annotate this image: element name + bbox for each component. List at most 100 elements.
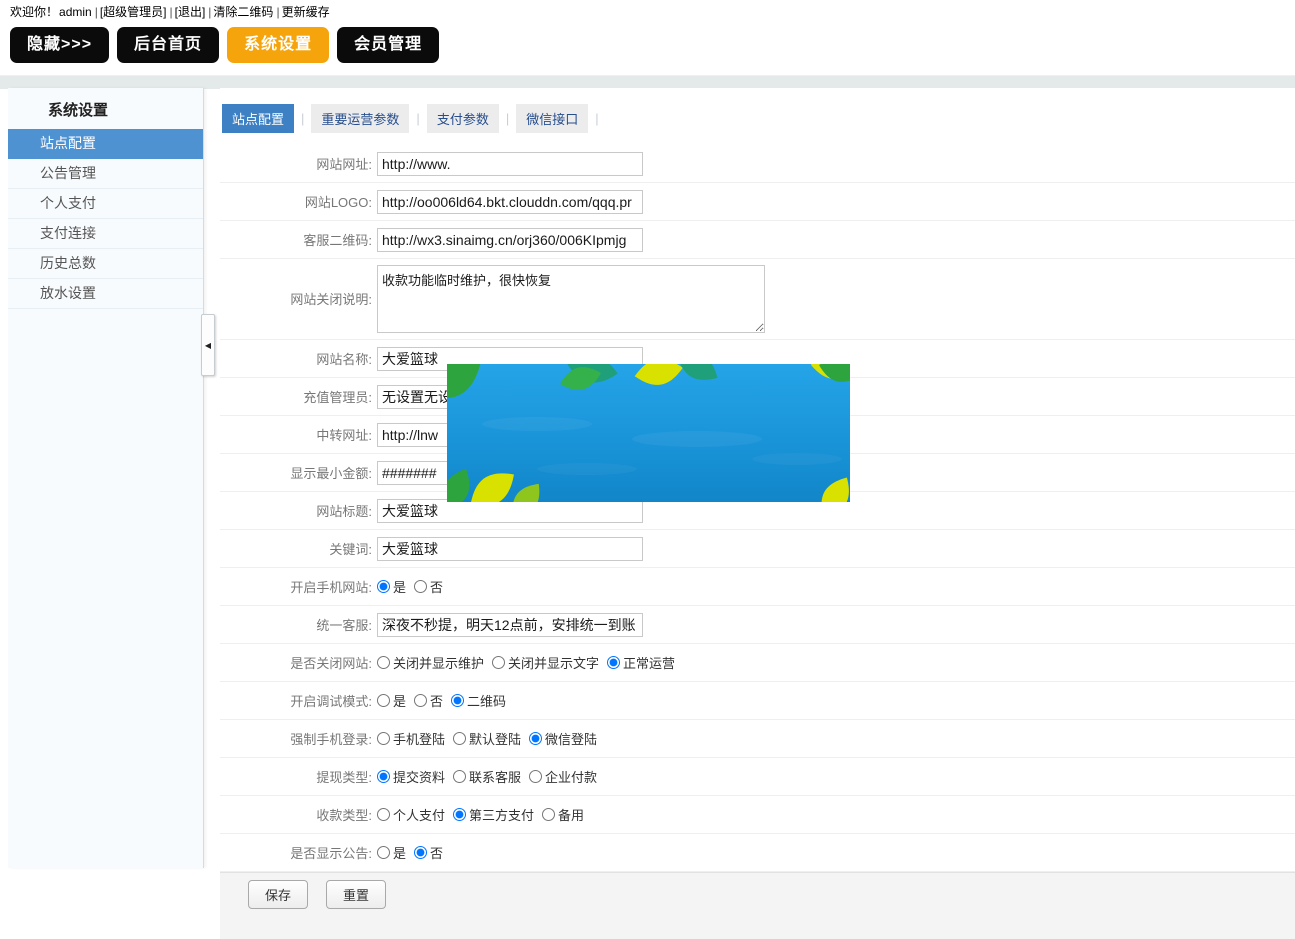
field-area: 是否二维码	[377, 691, 506, 710]
text-input-9[interactable]	[377, 537, 643, 561]
radio-button[interactable]	[377, 656, 390, 669]
save-button[interactable]: 保存	[248, 880, 308, 909]
tab-0[interactable]: 站点配置	[222, 104, 294, 133]
radio-button[interactable]	[377, 846, 390, 859]
radio-button[interactable]	[377, 808, 390, 821]
radio-option[interactable]: 是	[377, 843, 406, 862]
field-area: 是否	[377, 843, 443, 862]
field-area	[377, 228, 643, 252]
form-row: 提现类型:提交资料联系客服企业付款	[220, 758, 1295, 796]
clear-qrcode-link[interactable]: 清除二维码	[213, 5, 273, 19]
field-label: 客服二维码:	[220, 230, 372, 249]
form-row: 网站关闭说明:收款功能临时维护，很快恢复	[220, 259, 1295, 340]
radio-button[interactable]	[453, 770, 466, 783]
radio-button[interactable]	[377, 694, 390, 707]
logout-link[interactable]: [退出]	[175, 5, 206, 19]
radio-option-label: 正常运营	[623, 653, 675, 672]
sidebar-item-4[interactable]: 历史总数	[8, 249, 203, 279]
field-label: 开启手机网站:	[220, 577, 372, 596]
radio-option[interactable]: 企业付款	[529, 767, 597, 786]
text-input-8[interactable]	[377, 499, 643, 523]
radio-button[interactable]	[377, 770, 390, 783]
radio-option[interactable]: 联系客服	[453, 767, 521, 786]
welcome-bar: 欢迎你！admin|[超级管理员]|[退出]|清除二维码|更新缓存	[10, 3, 331, 20]
field-label: 网站LOGO:	[220, 192, 372, 211]
radio-option-label: 联系客服	[469, 767, 521, 786]
radio-option[interactable]: 二维码	[451, 691, 506, 710]
text-input-0[interactable]	[377, 152, 643, 176]
refresh-cache-link[interactable]: 更新缓存	[282, 5, 330, 19]
radio-option[interactable]: 否	[414, 843, 443, 862]
form-row: 收款类型: 个人支付第三方支付备用	[220, 796, 1295, 834]
sidebar-collapse-handle[interactable]: ◀	[201, 314, 215, 376]
radio-option[interactable]: 是	[377, 577, 406, 596]
username-link[interactable]: admin	[59, 5, 92, 19]
radio-button[interactable]	[492, 656, 505, 669]
reset-button[interactable]: 重置	[326, 880, 386, 909]
radio-button[interactable]	[414, 846, 427, 859]
tab-3[interactable]: 微信接口	[516, 104, 588, 133]
radio-option[interactable]: 个人支付	[377, 805, 445, 824]
radio-button[interactable]	[453, 808, 466, 821]
radio-option[interactable]: 关闭并显示文字	[492, 653, 599, 672]
form-row: 开启调试模式:是否二维码	[220, 682, 1295, 720]
radio-button[interactable]	[377, 580, 390, 593]
radio-option[interactable]: 第三方支付	[453, 805, 534, 824]
form-row: 开启手机网站: 是否	[220, 568, 1295, 606]
radio-option[interactable]: 否	[414, 577, 443, 596]
sidebar-item-1[interactable]: 公告管理	[8, 159, 203, 189]
field-area	[377, 499, 643, 523]
field-label: 是否关闭网站:	[220, 653, 372, 672]
sidebar-item-0[interactable]: 站点配置	[8, 129, 203, 159]
separator: |	[208, 5, 211, 19]
radio-button[interactable]	[529, 732, 542, 745]
radio-option[interactable]: 是	[377, 691, 406, 710]
radio-option-label: 否	[430, 843, 443, 862]
radio-option-label: 企业付款	[545, 767, 597, 786]
radio-option-label: 是	[393, 843, 406, 862]
radio-option[interactable]: 默认登陆	[453, 729, 521, 748]
radio-option[interactable]: 提交资料	[377, 767, 445, 786]
radio-button[interactable]	[529, 770, 542, 783]
field-label: 收款类型:	[220, 805, 372, 824]
separator: |	[276, 5, 279, 19]
tab-separator: |	[416, 111, 419, 126]
nav-button-3[interactable]: 会员管理	[337, 27, 439, 63]
separator: |	[170, 5, 173, 19]
nav-button-2[interactable]: 系统设置	[227, 27, 329, 63]
radio-button[interactable]	[542, 808, 555, 821]
field-label: 充值管理员:	[220, 387, 372, 406]
text-input-11[interactable]	[377, 613, 643, 637]
radio-option-label: 关闭并显示维护	[393, 653, 484, 672]
radio-button[interactable]	[451, 694, 464, 707]
radio-option[interactable]: 备用	[542, 805, 584, 824]
tab-1[interactable]: 重要运营参数	[311, 104, 409, 133]
radio-button[interactable]	[607, 656, 620, 669]
text-input-1[interactable]	[377, 190, 643, 214]
nav-button-1[interactable]: 后台首页	[117, 27, 219, 63]
radio-option-label: 关闭并显示文字	[508, 653, 599, 672]
radio-option[interactable]: 正常运营	[607, 653, 675, 672]
textarea-input-3[interactable]: 收款功能临时维护，很快恢复	[377, 265, 765, 333]
radio-option[interactable]: 手机登陆	[377, 729, 445, 748]
nav-button-0[interactable]: 隐藏>>>	[10, 27, 109, 63]
text-input-2[interactable]	[377, 228, 643, 252]
tab-2[interactable]: 支付参数	[427, 104, 499, 133]
radio-option[interactable]: 关闭并显示维护	[377, 653, 484, 672]
radio-button[interactable]	[377, 732, 390, 745]
radio-button[interactable]	[414, 694, 427, 707]
sidebar-item-3[interactable]: 支付连接	[8, 219, 203, 249]
radio-button[interactable]	[414, 580, 427, 593]
form-row: 是否显示公告:是否	[220, 834, 1295, 872]
sidebar-item-2[interactable]: 个人支付	[8, 189, 203, 219]
radio-option[interactable]: 微信登陆	[529, 729, 597, 748]
sidebar: 系统设置 站点配置公告管理个人支付支付连接历史总数放水设置	[8, 88, 204, 868]
sidebar-item-5[interactable]: 放水设置	[8, 279, 203, 309]
field-label: 网站名称:	[220, 349, 372, 368]
settings-form: 网站网址:网站LOGO:客服二维码:网站关闭说明:收款功能临时维护，很快恢复网站…	[220, 145, 1295, 872]
radio-button[interactable]	[453, 732, 466, 745]
radio-option[interactable]: 否	[414, 691, 443, 710]
field-label: 关键词:	[220, 539, 372, 558]
tab-separator: |	[301, 111, 304, 126]
form-row: 强制手机登录:手机登陆默认登陆微信登陆	[220, 720, 1295, 758]
